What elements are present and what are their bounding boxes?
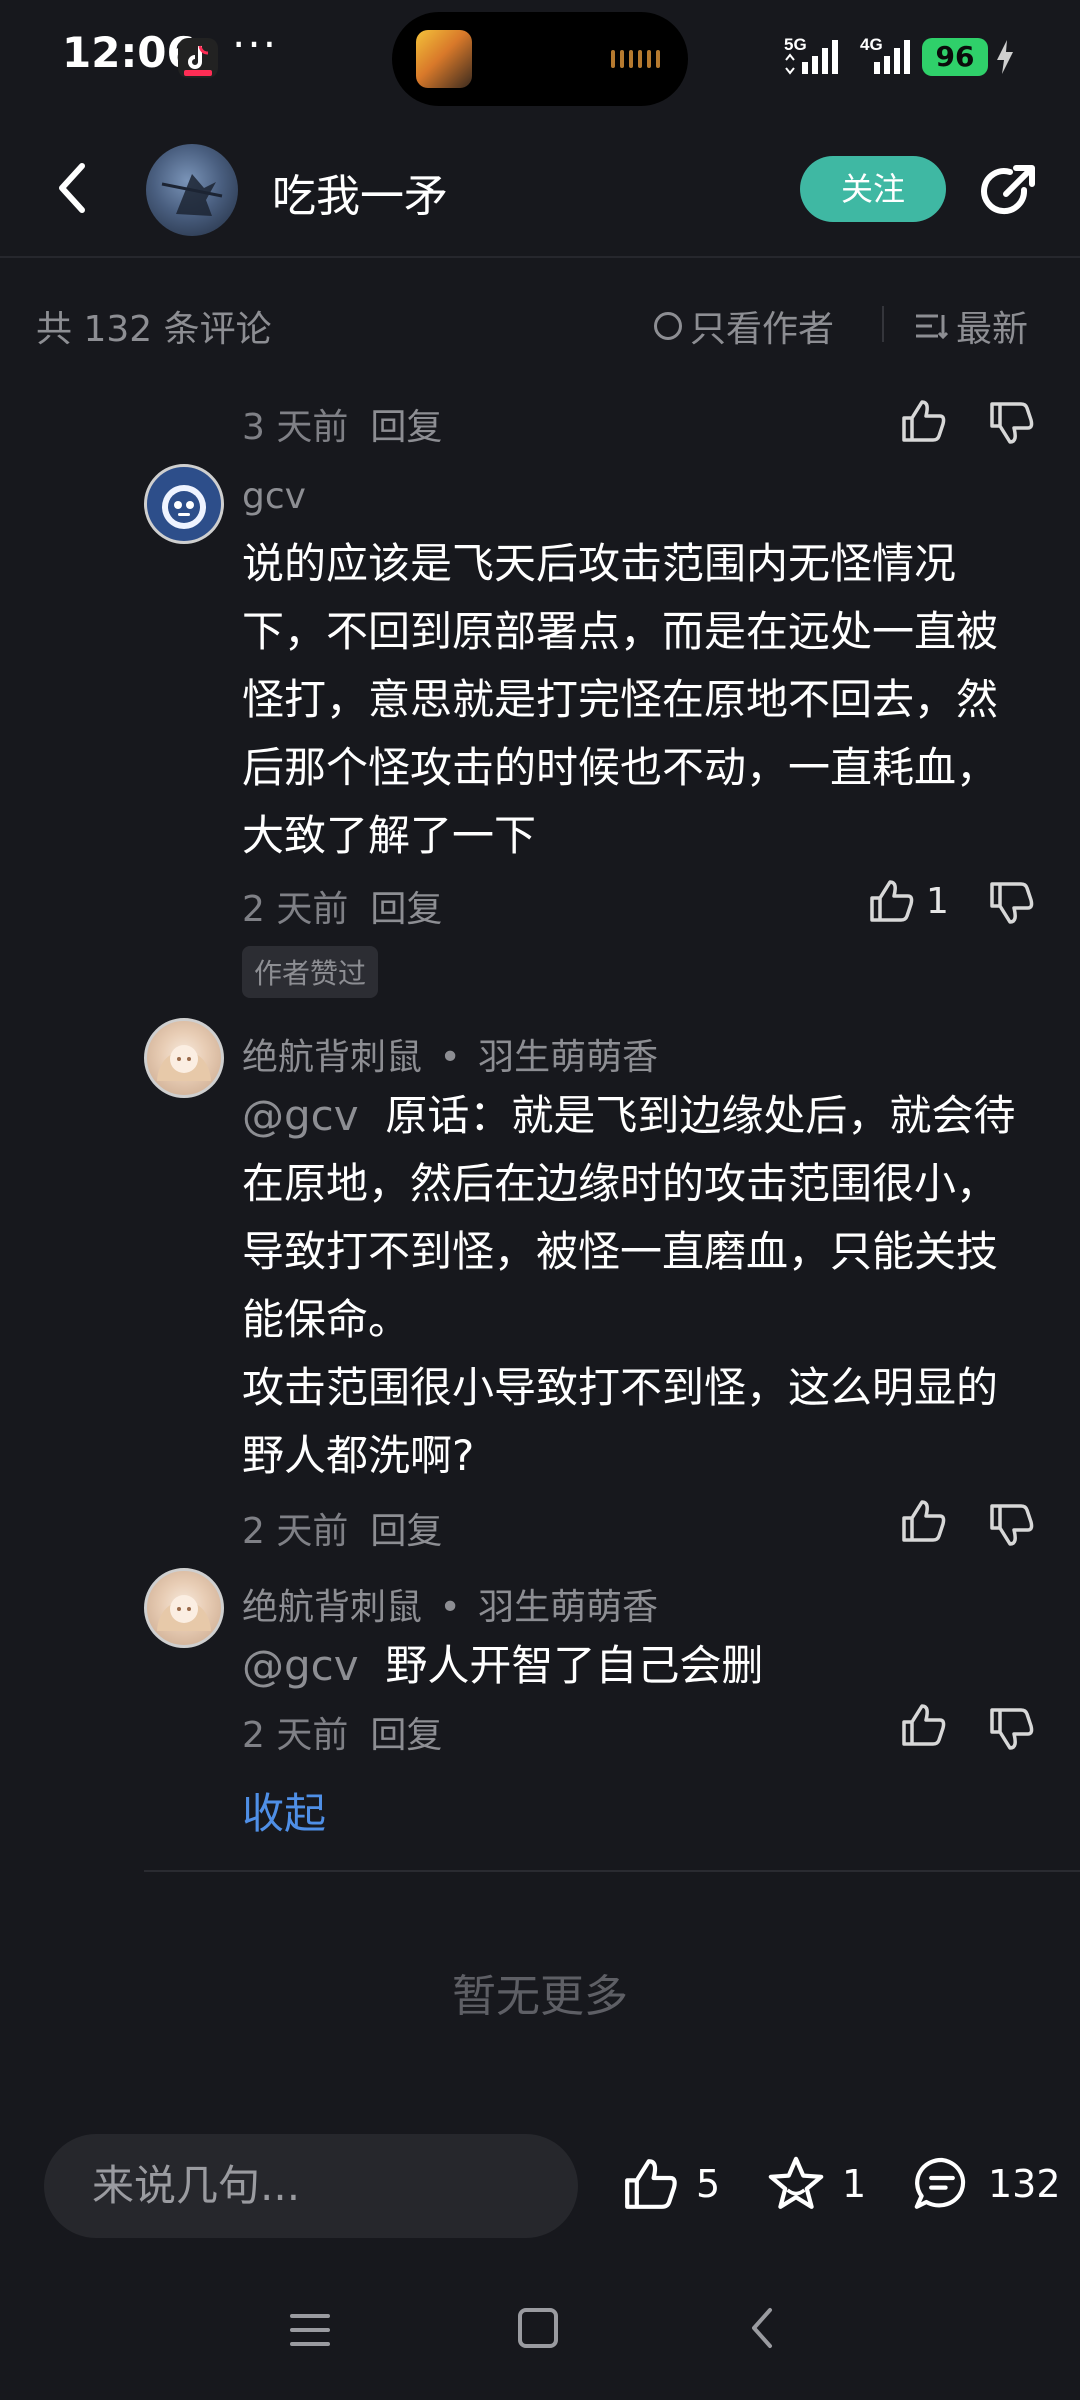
comment-time: 2 天前 bbox=[242, 1715, 349, 1756]
comment-user-line: 绝航背刺鼠 • 羽生萌萌香 bbox=[242, 1028, 658, 1080]
comment-input[interactable]: 来说几句... bbox=[44, 2134, 578, 2238]
signal-5g-icon: 5G bbox=[784, 34, 854, 80]
like-button[interactable]: 1 bbox=[866, 876, 949, 926]
game-app-icon bbox=[416, 30, 472, 88]
reply-button[interactable]: 回复 bbox=[370, 407, 442, 448]
nav-home-button[interactable] bbox=[516, 2306, 560, 2354]
list-divider bbox=[144, 1870, 1080, 1872]
charging-icon bbox=[994, 38, 1016, 80]
chevron-left-icon bbox=[752, 2308, 772, 2348]
user-avatar[interactable] bbox=[144, 1568, 224, 1648]
thumbs-down-icon bbox=[990, 402, 1034, 444]
comment-text: @gcv 野人开智了自己会删 bbox=[242, 1632, 1032, 1700]
share-button[interactable] bbox=[976, 160, 1040, 224]
collapse-replies-button[interactable]: 收起 bbox=[242, 1780, 326, 1841]
nav-back-button[interactable] bbox=[744, 2304, 780, 2356]
comment-meta: 2 天前 回复 bbox=[242, 880, 464, 932]
comment-meta: 2 天前 回复 bbox=[242, 1502, 464, 1554]
like-button[interactable] bbox=[898, 1700, 948, 1750]
mention-link[interactable]: @gcv bbox=[242, 1641, 359, 1690]
only-author-toggle[interactable]: 只看作者 bbox=[654, 300, 834, 352]
comment-text: 说的应该是飞天后攻击范围内无怪情况下，不回到原部署点，而是在远处一直被怪打，意思… bbox=[242, 539, 999, 860]
comment-meta: 3 天前 回复 bbox=[242, 398, 464, 450]
only-author-label: 只看作者 bbox=[690, 309, 835, 350]
comment-count: 共 132 条评论 bbox=[36, 309, 272, 350]
reply-separator: • bbox=[439, 1587, 461, 1628]
dislike-button[interactable] bbox=[986, 1704, 1036, 1754]
comment-text-body: 攻击范围很小导致打不到怪，这么明显的野人都洗啊? bbox=[242, 1363, 999, 1480]
thumbs-up-icon bbox=[625, 2159, 677, 2209]
comment-time: 2 天前 bbox=[242, 1511, 349, 1552]
reply-to-username[interactable]: 羽生萌萌香 bbox=[478, 1587, 658, 1628]
like-button[interactable] bbox=[898, 1496, 948, 1546]
thumbs-down-icon bbox=[990, 882, 1034, 924]
thumbs-up-icon bbox=[902, 1500, 946, 1542]
post-like-button[interactable]: 5 bbox=[618, 2154, 720, 2214]
comment-total: 132 bbox=[988, 2162, 1061, 2206]
comment-text: @gcv 原话：就是飞到边缘处后，就会待在原地，然后在边缘时的攻击范围很小，导致… bbox=[242, 1082, 1032, 1490]
thumbs-up-icon bbox=[902, 1704, 946, 1746]
follow-button[interactable]: 关注 bbox=[800, 156, 946, 222]
user-avatar[interactable] bbox=[144, 1018, 224, 1098]
thumbs-down-icon bbox=[990, 1504, 1034, 1546]
thumbs-down-icon bbox=[990, 1708, 1034, 1750]
share-icon bbox=[981, 165, 1035, 215]
thumbs-up-icon bbox=[870, 880, 914, 922]
post-like-count: 5 bbox=[696, 2162, 721, 2206]
no-more-label: 暂无更多 bbox=[452, 1971, 628, 2022]
square-icon bbox=[518, 2308, 558, 2348]
dislike-button[interactable] bbox=[986, 878, 1036, 928]
header-divider bbox=[0, 256, 1080, 258]
battery-indicator: 96 bbox=[922, 38, 988, 76]
sort-button[interactable]: 最新 bbox=[914, 300, 1028, 352]
reply-separator: • bbox=[439, 1037, 461, 1078]
user-avatar[interactable] bbox=[144, 464, 224, 544]
signal-4g-icon: 4G bbox=[860, 34, 920, 80]
mention-link[interactable]: @gcv bbox=[242, 1091, 359, 1140]
reply-to-username[interactable]: 羽生萌萌香 bbox=[478, 1037, 658, 1078]
reply-button[interactable]: 回复 bbox=[370, 1715, 442, 1756]
dislike-button[interactable] bbox=[986, 398, 1036, 448]
like-count: 1 bbox=[926, 880, 949, 922]
back-icon bbox=[59, 163, 85, 213]
svg-text:4G: 4G bbox=[860, 35, 883, 54]
dynamic-island bbox=[392, 12, 688, 106]
dislike-button[interactable] bbox=[986, 1500, 1036, 1550]
menu-icon bbox=[290, 2314, 330, 2346]
comment-time: 2 天前 bbox=[242, 889, 349, 930]
star-icon bbox=[768, 2156, 824, 2209]
more-notifications-icon: ··· bbox=[232, 20, 279, 69]
sort-icon bbox=[916, 314, 948, 340]
tiktok-icon bbox=[178, 38, 218, 78]
comment-username[interactable]: gcv bbox=[242, 476, 306, 517]
comments-button[interactable]: 132 bbox=[910, 2154, 1061, 2214]
favorite-button[interactable]: 1 bbox=[764, 2154, 866, 2214]
reply-button[interactable]: 回复 bbox=[370, 889, 442, 930]
comment-text-body: 野人开智了自己会删 bbox=[385, 1641, 764, 1690]
radio-circle-icon bbox=[654, 312, 682, 340]
comment-bubble-icon bbox=[914, 2157, 966, 2209]
comment-user-line: 绝航背刺鼠 • 羽生萌萌香 bbox=[242, 1578, 658, 1630]
author-liked-badge: 作者赞过 bbox=[242, 946, 379, 998]
favorite-count: 1 bbox=[842, 2162, 867, 2206]
reply-button[interactable]: 回复 bbox=[370, 1511, 442, 1552]
author-name[interactable]: 吃我一矛 bbox=[272, 160, 448, 224]
comment-username[interactable]: 绝航背刺鼠 bbox=[242, 1587, 422, 1628]
comment-username[interactable]: 绝航背刺鼠 bbox=[242, 1037, 422, 1078]
filter-divider bbox=[882, 306, 884, 342]
thumbs-up-icon bbox=[902, 400, 946, 442]
sort-label: 最新 bbox=[956, 309, 1029, 350]
back-button[interactable] bbox=[50, 158, 98, 218]
author-avatar[interactable] bbox=[146, 144, 238, 236]
like-button[interactable] bbox=[898, 396, 948, 446]
audio-activity-icon bbox=[611, 50, 660, 68]
nav-menu-button[interactable] bbox=[288, 2310, 332, 2354]
svg-text:5G: 5G bbox=[784, 35, 807, 54]
status-time: 12:06 bbox=[62, 28, 196, 77]
comment-time: 3 天前 bbox=[242, 407, 349, 448]
comment-meta: 2 天前 回复 bbox=[242, 1706, 464, 1758]
